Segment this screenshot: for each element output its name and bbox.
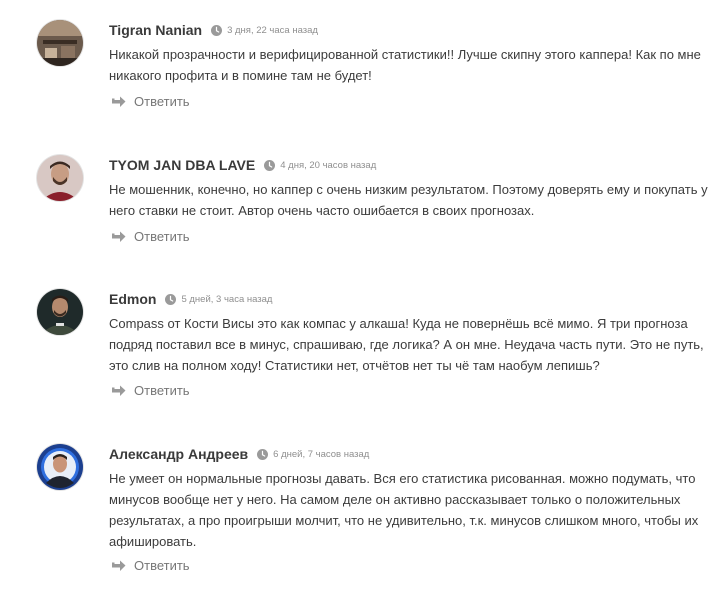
comment-text: Не мошенник, конечно, но каппер с очень … bbox=[109, 182, 708, 218]
reply-label: Ответить bbox=[134, 94, 190, 109]
reply-arrow-icon bbox=[111, 96, 126, 108]
comment-list: Tigran Nanian 3 дня, 22 часа назад Никак… bbox=[0, 0, 713, 593]
reply-arrow-icon bbox=[111, 560, 126, 572]
reply-label: Ответить bbox=[134, 383, 190, 398]
reply-label: Ответить bbox=[134, 229, 190, 244]
reply-button[interactable]: Ответить bbox=[111, 94, 190, 109]
comment-time[interactable]: 5 дней, 3 часа назад bbox=[181, 294, 272, 305]
comment-time[interactable]: 6 дней, 7 часов назад bbox=[273, 449, 369, 460]
avatar[interactable] bbox=[37, 444, 83, 490]
clock-icon bbox=[165, 293, 177, 305]
avatar-photo-icon bbox=[37, 444, 83, 490]
comment-text: Никакой прозрачности и верифицированной … bbox=[109, 47, 701, 83]
reply-arrow-icon bbox=[111, 385, 126, 397]
reply-arrow-icon bbox=[111, 231, 126, 243]
comment-meta: Edmon 5 дней, 3 часа назад bbox=[109, 291, 272, 307]
comment-author[interactable]: TYOM JAN DBA LAVE bbox=[109, 157, 255, 173]
avatar-photo-icon bbox=[37, 289, 83, 335]
avatar[interactable] bbox=[37, 289, 83, 335]
clock-icon bbox=[257, 448, 269, 460]
comment-meta: Александр Андреев 6 дней, 7 часов назад bbox=[109, 446, 369, 462]
avatar[interactable] bbox=[37, 155, 83, 201]
reply-button[interactable]: Ответить bbox=[111, 558, 190, 573]
reply-button[interactable]: Ответить bbox=[111, 383, 190, 398]
comment-meta: TYOM JAN DBA LAVE 4 дня, 20 часов назад bbox=[109, 157, 376, 173]
clock-icon bbox=[211, 24, 223, 36]
avatar-photo-icon bbox=[37, 155, 83, 201]
reply-button[interactable]: Ответить bbox=[111, 229, 190, 244]
comment-time[interactable]: 3 дня, 22 часа назад bbox=[227, 25, 318, 36]
avatar-photo-icon bbox=[37, 20, 83, 66]
avatar[interactable] bbox=[37, 20, 83, 66]
comment-text: Compass от Кости Висы это как компас у а… bbox=[109, 316, 704, 373]
comment-meta: Tigran Nanian 3 дня, 22 часа назад bbox=[109, 22, 318, 38]
comment-author[interactable]: Edmon bbox=[109, 291, 156, 307]
comment-author[interactable]: Tigran Nanian bbox=[109, 22, 202, 38]
reply-label: Ответить bbox=[134, 558, 190, 573]
clock-icon bbox=[264, 159, 276, 171]
comment-text: Не умеет он нормальные прогнозы давать. … bbox=[109, 471, 699, 549]
comment-time[interactable]: 4 дня, 20 часов назад bbox=[280, 160, 376, 171]
comment-author[interactable]: Александр Андреев bbox=[109, 446, 248, 462]
